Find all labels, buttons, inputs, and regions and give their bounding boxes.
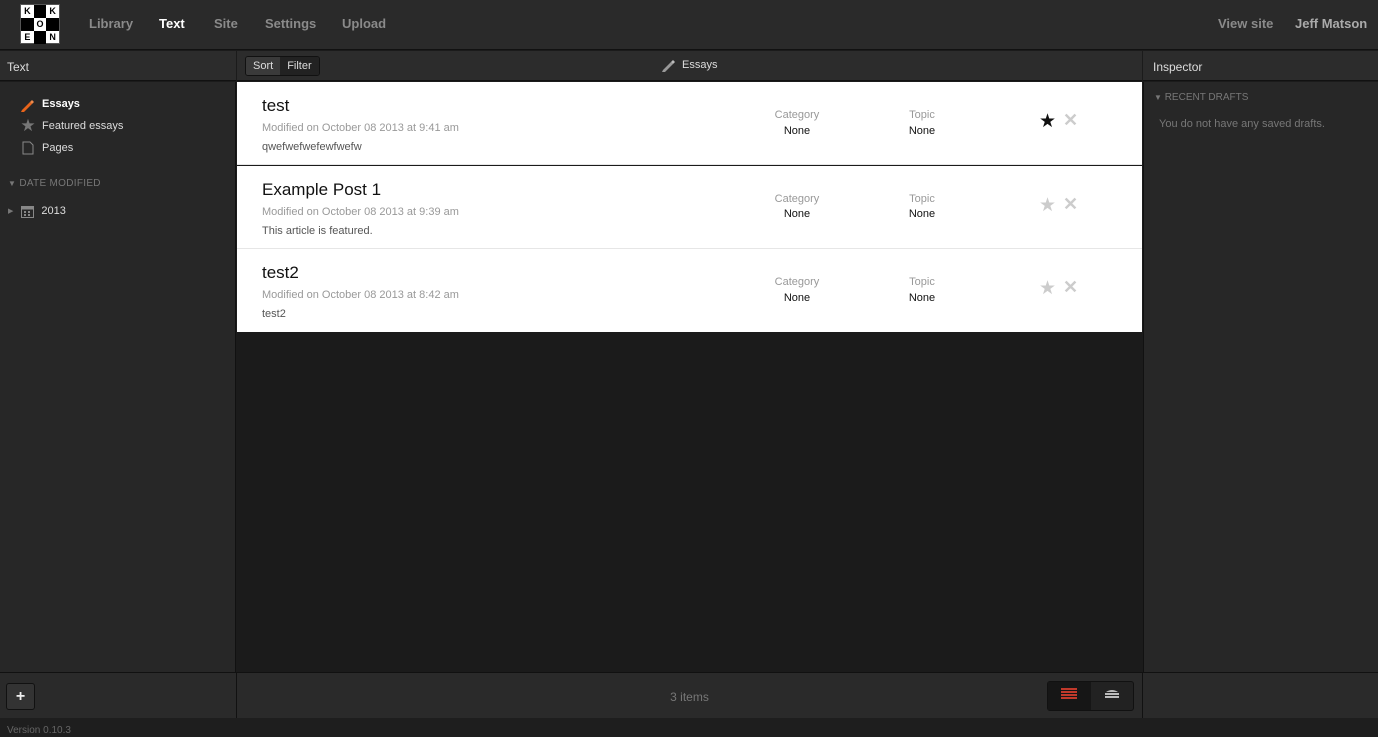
topic-label: Topic	[909, 276, 935, 288]
no-drafts-message: You do not have any saved drafts.	[1159, 118, 1325, 130]
table-row[interactable]: test2 Modified on October 08 2013 at 8:4…	[237, 249, 1142, 332]
logo-letter: K	[49, 6, 56, 16]
triangle-down-icon: ▼	[8, 179, 17, 188]
category-value[interactable]: None	[757, 208, 837, 220]
sort-button[interactable]: Sort	[246, 57, 281, 75]
modified-date: Modified on October 08 2013 at 9:41 am	[262, 122, 459, 134]
view-site-link[interactable]: View site	[1218, 16, 1273, 31]
star-icon: ★	[20, 116, 36, 135]
current-view-label: Essays	[682, 59, 718, 71]
nav-upload[interactable]: Upload	[342, 16, 386, 31]
nav-settings[interactable]: Settings	[265, 16, 316, 31]
category-value[interactable]: None	[757, 292, 837, 304]
sidebar-item-label: Featured essays	[42, 120, 124, 132]
essay-list: test Modified on October 08 2013 at 9:41…	[237, 82, 1142, 672]
left-panel-header: Text	[0, 51, 236, 81]
recent-drafts-section[interactable]: ▼ RECENT DRAFTS	[1154, 92, 1248, 103]
delete-icon[interactable]: ✕	[1063, 277, 1078, 298]
table-row[interactable]: test Modified on October 08 2013 at 9:41…	[237, 82, 1142, 165]
logo-letter: O	[36, 19, 44, 29]
essay-excerpt: qwefwefwefewfwefw	[262, 141, 362, 153]
category-label: Category	[774, 109, 820, 121]
version-footer: Version 0.10.3	[0, 718, 1378, 737]
modified-date: Modified on October 08 2013 at 8:42 am	[262, 289, 459, 301]
view-toggle	[1047, 681, 1134, 711]
topic-label: Topic	[909, 193, 935, 205]
date-modified-section[interactable]: ▼ DATE MODIFIED	[8, 178, 101, 189]
topic-label: Topic	[909, 109, 935, 121]
category-label: Category	[774, 276, 820, 288]
item-count: 3 items	[670, 690, 709, 704]
essay-title[interactable]: test2	[262, 263, 299, 283]
triangle-right-icon: ▶	[8, 208, 14, 215]
nav-text[interactable]: Text	[159, 16, 185, 31]
featured-star-icon[interactable]: ★	[1039, 194, 1056, 217]
pencil-icon	[660, 57, 676, 73]
category-value[interactable]: None	[757, 125, 837, 137]
filter-button[interactable]: Filter	[280, 57, 319, 75]
nav-library[interactable]: Library	[89, 16, 133, 31]
logo-letter	[33, 5, 47, 18]
logo-letter	[21, 18, 34, 31]
featured-star-icon[interactable]: ★	[1039, 110, 1056, 133]
nav-site[interactable]: Site	[214, 16, 238, 31]
logo-letter: E	[24, 32, 31, 42]
featured-star-icon[interactable]: ★	[1039, 277, 1056, 300]
topic-value[interactable]: None	[882, 208, 962, 220]
stack-view-icon	[1104, 687, 1120, 705]
category-label: Category	[774, 193, 820, 205]
current-view: Essays	[660, 57, 717, 73]
delete-icon[interactable]: ✕	[1063, 110, 1078, 131]
sidebar-item-featured-essays[interactable]: ★ Featured essays	[20, 116, 124, 135]
essay-title[interactable]: Example Post 1	[262, 180, 381, 200]
divider	[1142, 673, 1143, 719]
top-bar: K K O E N Library Text Site Settings Upl…	[0, 0, 1378, 50]
section-title: DATE MODIFIED	[19, 178, 101, 189]
list-view-button[interactable]	[1048, 682, 1091, 710]
logo-letter	[46, 18, 59, 31]
sidebar-item-label: Pages	[42, 142, 74, 154]
logo-letter: N	[49, 32, 56, 42]
sidebar: Essays ★ Featured essays Pages ▼ DATE MO…	[0, 82, 236, 672]
sidebar-year-2013[interactable]: ▶ 2013	[8, 203, 66, 219]
topic-value[interactable]: None	[882, 292, 962, 304]
topic-value[interactable]: None	[882, 125, 962, 137]
stack-view-button[interactable]	[1091, 682, 1134, 710]
table-row[interactable]: Example Post 1 Modified on October 08 20…	[237, 166, 1142, 249]
triangle-down-icon: ▼	[1154, 93, 1162, 102]
delete-icon[interactable]: ✕	[1063, 194, 1078, 215]
sort-filter-group: Sort Filter	[245, 56, 320, 76]
user-menu[interactable]: Jeff Matson	[1295, 16, 1367, 31]
add-button[interactable]: +	[6, 683, 35, 710]
modified-date: Modified on October 08 2013 at 9:39 am	[262, 206, 459, 218]
bottom-bar: + 3 items	[0, 672, 1378, 719]
sidebar-item-label: Essays	[42, 98, 80, 110]
page-icon	[20, 140, 36, 156]
inspector-header: Inspector	[1143, 51, 1378, 81]
calendar-icon	[19, 203, 35, 219]
essay-title[interactable]: test	[262, 96, 289, 116]
sidebar-item-essays[interactable]: Essays	[20, 96, 80, 112]
essay-excerpt: This article is featured.	[262, 225, 373, 237]
inspector-title: Inspector	[1153, 60, 1203, 74]
content-toolbar: Sort Filter Essays	[237, 51, 1142, 81]
section-title: RECENT DRAFTS	[1164, 92, 1249, 103]
year-label: 2013	[41, 205, 66, 217]
inspector-panel: ▼ RECENT DRAFTS You do not have any save…	[1143, 82, 1378, 672]
pencil-icon	[20, 96, 36, 112]
sidebar-item-pages[interactable]: Pages	[20, 140, 73, 156]
logo-letter: K	[24, 6, 31, 16]
logo-letter	[33, 31, 47, 44]
essay-excerpt: test2	[262, 308, 286, 320]
left-panel-title: Text	[7, 60, 30, 74]
koken-logo[interactable]: K K O E N	[20, 4, 60, 44]
list-view-icon	[1061, 687, 1078, 705]
